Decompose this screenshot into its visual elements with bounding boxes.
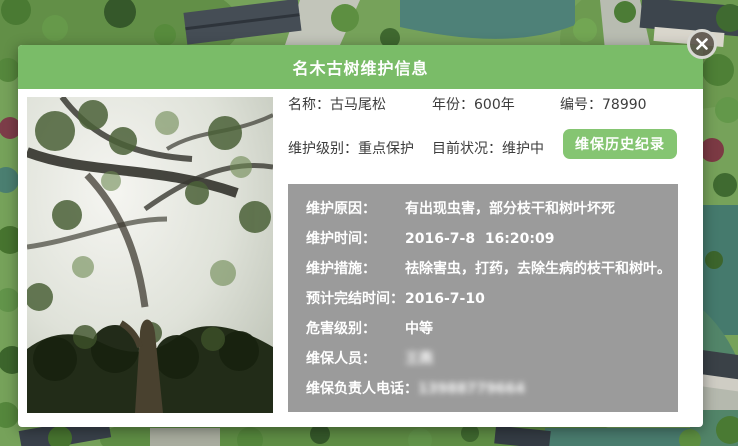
field-name-label: 名称： (288, 97, 330, 113)
field-name: 名称：古马尾松 (288, 95, 432, 115)
detail-row-expected-finish: 预计完结时间： 2016-7-10 (306, 289, 678, 309)
detail-value: 2016-7-8 16:20:09 (405, 229, 554, 249)
summary-row-1: 名称：古马尾松 年份：600年 编号：78990 (288, 95, 678, 115)
maintenance-history-button[interactable]: 维保历史纪录 (563, 129, 677, 159)
field-protection-level-label: 维护级别： (288, 141, 358, 157)
detail-label: 预计完结时间： (306, 289, 405, 309)
field-age-value: 600年 (474, 97, 515, 113)
detail-value: 2016-7-10 (405, 289, 485, 309)
detail-row-maintainer: 维保人员： 王燕 (306, 349, 678, 369)
tree-maintenance-dialog: 名木古树维护信息 (18, 45, 703, 427)
detail-label: 维护时间： (306, 229, 405, 249)
close-icon (696, 38, 708, 50)
detail-label: 维保人员： (306, 349, 405, 369)
detail-value-redacted: 13988779664 (418, 379, 525, 399)
detail-value: 祛除害虫，打药，去除生病的枝干和树叶。 (405, 259, 671, 279)
close-button[interactable] (687, 29, 717, 59)
field-age-label: 年份： (432, 97, 474, 113)
detail-row-reason: 维护原因： 有出现虫害，部分枝干和树叶坏死 (306, 199, 678, 219)
field-current-status: 目前状况：维护中 (432, 139, 560, 159)
tree-photo (27, 97, 273, 413)
detail-row-contact-phone: 维保负责人电话： 13988779664 (306, 379, 678, 399)
detail-label: 维护原因： (306, 199, 405, 219)
field-id: 编号：78990 (560, 95, 678, 115)
detail-label: 危害级别： (306, 319, 405, 339)
dialog-header: 名木古树维护信息 (18, 45, 703, 89)
detail-row-hazard-level: 危害级别： 中等 (306, 319, 678, 339)
detail-label: 维护措施： (306, 259, 405, 279)
dialog-title: 名木古树维护信息 (292, 55, 428, 79)
field-current-status-label: 目前状况： (432, 141, 502, 157)
field-name-value: 古马尾松 (330, 97, 386, 113)
field-protection-level: 维护级别：重点保护 (288, 139, 432, 159)
maintenance-detail-panel: 维护原因： 有出现虫害，部分枝干和树叶坏死 维护时间： 2016-7-8 16:… (288, 184, 678, 412)
info-column: 名称：古马尾松 年份：600年 编号：78990 维护级别：重点保护 目前状况：… (288, 94, 678, 164)
detail-value: 中等 (405, 319, 433, 339)
detail-value-redacted: 王燕 (405, 349, 433, 369)
detail-value: 有出现虫害，部分枝干和树叶坏死 (405, 199, 615, 219)
field-id-value: 78990 (602, 97, 647, 113)
detail-row-time: 维护时间： 2016-7-8 16:20:09 (306, 229, 678, 249)
field-current-status-value: 维护中 (502, 141, 544, 157)
field-id-label: 编号： (560, 97, 602, 113)
detail-row-measures: 维护措施： 祛除害虫，打药，去除生病的枝干和树叶。 (306, 259, 678, 279)
detail-label: 维保负责人电话： (306, 379, 418, 399)
field-age: 年份：600年 (432, 95, 560, 115)
field-protection-level-value: 重点保护 (358, 141, 414, 157)
